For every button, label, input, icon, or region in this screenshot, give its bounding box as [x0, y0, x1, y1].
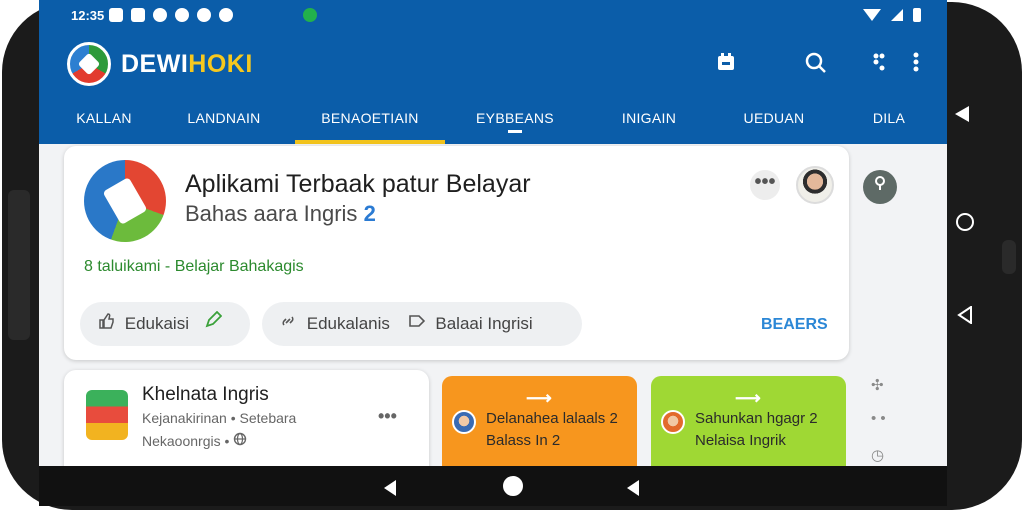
app-brand: DEWIHOKI — [121, 50, 253, 79]
navigation-bar — [39, 466, 947, 506]
side-recents-icon[interactable] — [957, 305, 973, 325]
promo-subtitle-text: Balass In — [486, 432, 548, 449]
promo-subtitle: Nelaisa Ingrik — [695, 432, 786, 449]
calendar-icon[interactable] — [714, 52, 738, 76]
featured-action-link[interactable]: BEAERS — [761, 316, 828, 334]
app-notification-icon — [219, 8, 233, 22]
link-icon — [280, 302, 296, 346]
promo-subtitle-badge: 2 — [551, 432, 561, 449]
featured-app-title: Aplikami Terbaak patur Belayar — [185, 170, 531, 198]
more-vert-icon[interactable] — [904, 52, 928, 76]
chip-label: Edukalanis — [306, 314, 390, 333]
clock-icon[interactable]: ◷ — [871, 446, 884, 464]
tab-bar: KALLAN LANDNAIN BENAOETIAIN EYBBEANS INI… — [39, 100, 947, 144]
app-bar: DEWIHOKI — [39, 30, 947, 100]
more-options-icon[interactable]: ••• — [378, 406, 397, 427]
globe-icon — [233, 432, 247, 449]
message-icon — [109, 8, 123, 22]
edit-icon — [204, 310, 223, 333]
power-button — [1002, 240, 1016, 274]
status-time: 12:35 — [71, 8, 105, 23]
promo-title-badge: 2 — [609, 410, 618, 427]
active-indicator-icon — [303, 8, 317, 22]
thumbs-up-icon — [98, 302, 114, 346]
search-icon[interactable] — [804, 52, 828, 76]
system-status-icons — [863, 8, 921, 22]
promo-title: Delanahea lalaals 2 — [486, 410, 618, 427]
avatar-icon — [452, 410, 476, 434]
app-logo[interactable] — [67, 42, 111, 86]
recents-icon[interactable] — [627, 480, 639, 496]
signal-icon — [891, 9, 903, 21]
subtitle-badge: 2 — [363, 201, 376, 226]
chip-edukalanis[interactable]: Edukalanis Balaai Ingrisi — [262, 302, 582, 346]
image-icon — [131, 8, 145, 22]
chip-label: Edukaisi — [124, 314, 189, 333]
chip-edukaisi[interactable]: Edukaisi — [80, 302, 250, 346]
side-back-icon[interactable] — [955, 106, 969, 122]
more-options-button[interactable]: ••• — [750, 170, 780, 200]
chip-label: Balaai Ingrisi — [435, 314, 533, 333]
promo-title-text: Delanahea lalaals — [486, 410, 606, 427]
tab-kallan[interactable]: KALLAN — [59, 100, 149, 144]
tab-eybbeans[interactable]: EYBBEANS — [459, 100, 571, 144]
tab-landnain[interactable]: LANDNAIN — [169, 100, 279, 144]
app-notification-icon — [197, 8, 211, 22]
tag-icon — [408, 302, 425, 346]
wifi-icon — [863, 9, 881, 21]
list-item-line-1: Kejanakirinan • Setebara — [142, 410, 297, 426]
status-bar: 12:35 — [39, 0, 947, 30]
tab-ueduan[interactable]: UEDUAN — [719, 100, 829, 144]
featured-app-meta: 8 taluikami - Belajar Bahakagis — [84, 258, 304, 275]
app-notification-icon — [153, 8, 167, 22]
side-home-icon[interactable] — [956, 213, 974, 231]
arrow-right-icon: ⟶ — [735, 388, 761, 408]
volume-button — [8, 190, 30, 340]
battery-icon — [913, 8, 921, 22]
phone-device: 12:35 DEWIHOKI KALLAN LANDNAIN BENAOETIA… — [0, 0, 1024, 512]
avatar[interactable] — [796, 166, 834, 204]
list-item-title: Khelnata Ingris — [142, 384, 269, 405]
tab-dila[interactable]: DILA — [849, 100, 929, 144]
avatar-icon — [661, 410, 685, 434]
list-item-line-2: Nekaoonrgis • — [142, 432, 247, 449]
list-item[interactable]: Khelnata Ingris Kejanakirinan • Setebara… — [64, 370, 429, 466]
promo-title-text: Sahunkan hgagr — [695, 410, 806, 427]
tab-inigain[interactable]: INIGAIN — [599, 100, 699, 144]
brand-part-1: DEWI — [121, 50, 189, 78]
tab-badge-mark — [508, 130, 522, 133]
back-icon[interactable] — [384, 480, 396, 496]
promo-card-orange[interactable]: ⟶ Delanahea lalaals 2 Balass In 2 — [442, 376, 637, 466]
subtitle-text: Bahas aara Ingris — [185, 201, 358, 226]
home-icon[interactable] — [503, 476, 523, 496]
notification-icons — [109, 8, 233, 22]
promo-title: Sahunkan hgagr 2 — [695, 410, 818, 427]
featured-app-card[interactable]: Aplikami Terbaak patur Belayar Bahas aar… — [64, 146, 849, 360]
app-notification-icon — [175, 8, 189, 22]
tab-benaoetiain[interactable]: BENAOETIAIN — [295, 100, 445, 144]
brand-part-2: HOKI — [188, 50, 253, 78]
promo-card-lime[interactable]: ⟶ Sahunkan hgagr 2 Nelaisa Ingrik — [651, 376, 846, 466]
line-2-text: Nekaoonrgis • — [142, 433, 230, 449]
featured-app-subtitle: Bahas aara Ingris 2 — [185, 201, 376, 227]
promo-title-badge: 2 — [809, 410, 818, 427]
tab-selected-indicator — [295, 140, 445, 144]
app-screen: 12:35 DEWIHOKI KALLAN LANDNAIN BENAOETIA… — [39, 0, 947, 466]
app-icon — [86, 390, 128, 440]
featured-app-logo — [84, 160, 166, 242]
dots-icon[interactable]: • • — [871, 410, 886, 427]
arrow-right-icon: ⟶ — [526, 388, 552, 408]
pin-icon[interactable] — [863, 170, 897, 204]
promo-subtitle: Balass In 2 — [486, 432, 560, 449]
sparkle-icon[interactable]: ✣ — [871, 376, 884, 394]
apps-icon[interactable] — [867, 52, 891, 76]
